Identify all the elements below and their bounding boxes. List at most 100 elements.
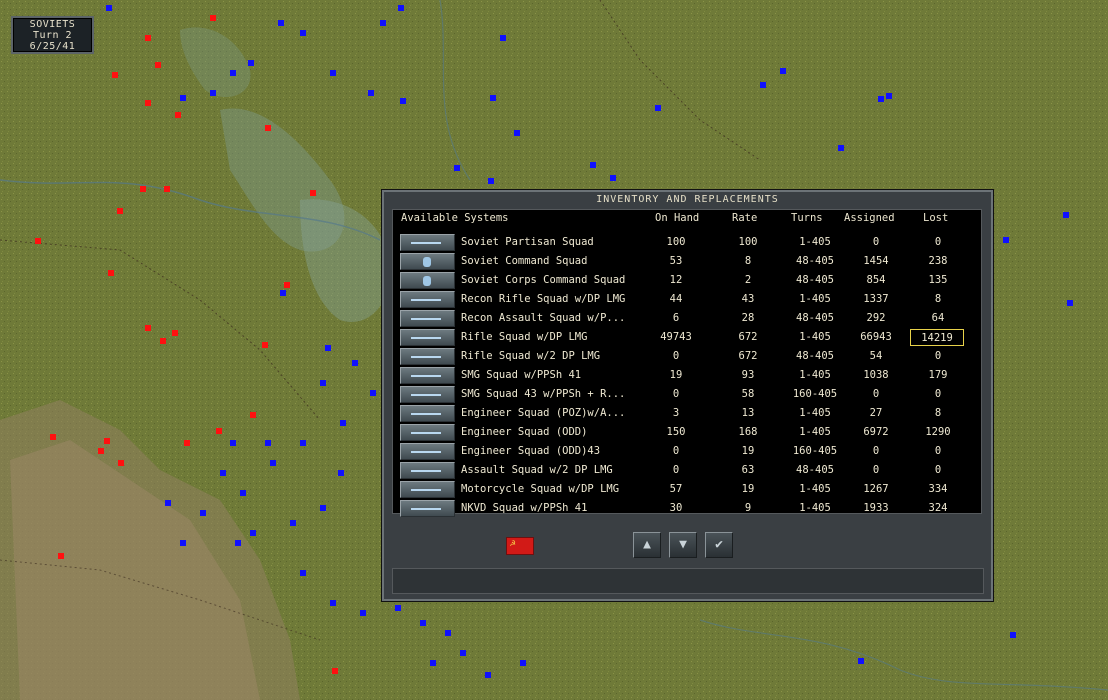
on-hand-value: 100	[666, 236, 686, 248]
unit-select-button[interactable]	[400, 500, 455, 517]
unit-name[interactable]: Assault Squad w/2 DP LMG	[461, 464, 613, 476]
unit-select-button[interactable]	[400, 481, 455, 498]
rifle-icon	[411, 242, 441, 244]
inventory-row[interactable]: Assault Squad w/2 DP LMG 0 63 48-405 0 0	[393, 462, 981, 481]
inventory-row[interactable]: SMG Squad w/PPSh 41 19 93 1-405 1038 179	[393, 367, 981, 386]
rifle-icon	[411, 318, 441, 320]
inventory-row[interactable]: Engineer Squad (ODD) 150 168 1-405 6972 1290	[393, 424, 981, 443]
inventory-row[interactable]: NKVD Squad w/PPSh 41 30 9 1-405 1933 324	[393, 500, 981, 519]
scroll-up-button[interactable]: ▲	[633, 532, 661, 558]
lost-value: 324	[928, 502, 948, 514]
rifle-icon	[411, 470, 441, 472]
header-lost[interactable]: Lost	[923, 212, 948, 224]
unit-select-button[interactable]	[400, 348, 455, 365]
turns-value: 1-405	[799, 236, 831, 248]
on-hand-value: 19	[669, 369, 683, 381]
lost-value: 0	[934, 388, 942, 400]
rifle-icon	[411, 508, 441, 510]
assigned-value: 1337	[863, 293, 889, 305]
on-hand-value: 53	[669, 255, 683, 267]
unit-name[interactable]: SMG Squad 43 w/PPSh + R...	[461, 388, 625, 400]
on-hand-value: 30	[669, 502, 683, 514]
unit-select-button[interactable]	[400, 253, 455, 270]
on-hand-value: 12	[669, 274, 683, 286]
lost-value: 14219	[910, 329, 964, 346]
unit-name[interactable]: Rifle Squad w/DP LMG	[461, 331, 587, 343]
unit-name[interactable]: Recon Rifle Squad w/DP LMG	[461, 293, 625, 305]
unit-name[interactable]: NKVD Squad w/PPSh 41	[461, 502, 587, 514]
inventory-row[interactable]: Soviet Command Squad 53 8 48-405 1454 238	[393, 253, 981, 272]
turns-value: 1-405	[799, 407, 831, 419]
unit-select-button[interactable]	[400, 405, 455, 422]
unit-name[interactable]: Soviet Command Squad	[461, 255, 587, 267]
unit-name[interactable]: Engineer Squad (ODD)	[461, 426, 587, 438]
rate-value: 2	[744, 274, 752, 286]
unit-select-button[interactable]	[400, 329, 455, 346]
unit-select-button[interactable]	[400, 310, 455, 327]
assigned-value: 1038	[863, 369, 889, 381]
rate-value: 9	[744, 502, 752, 514]
inventory-list: Available Systems On Hand Rate Turns Ass…	[392, 209, 982, 517]
inventory-row[interactable]: Soviet Corps Command Squad 12 2 48-405 854 13…	[393, 272, 981, 291]
header-turns[interactable]: Turns	[791, 212, 823, 224]
officer-icon	[423, 257, 431, 267]
on-hand-value: 6	[672, 312, 680, 324]
unit-name[interactable]: Recon Assault Squad w/P...	[461, 312, 625, 324]
unit-name[interactable]: Rifle Squad w/2 DP LMG	[461, 350, 600, 362]
header-available-systems[interactable]: Available Systems	[401, 212, 508, 224]
inventory-row[interactable]: Rifle Squad w/2 DP LMG 0 672 48-405 54 0	[393, 348, 981, 367]
on-hand-value: 57	[669, 483, 683, 495]
rate-value: 100	[738, 236, 758, 248]
inventory-row[interactable]: Engineer Squad (POZ)w/A... 3 13 1-405 27 8	[393, 405, 981, 424]
unit-select-button[interactable]	[400, 443, 455, 460]
rifle-icon	[411, 489, 441, 491]
inventory-row[interactable]: Recon Assault Squad w/P... 6 28 48-405 292 64	[393, 310, 981, 329]
rifle-icon	[411, 413, 441, 415]
arrow-down-icon: ▼	[679, 537, 687, 552]
rate-value: 13	[741, 407, 755, 419]
rate-value: 43	[741, 293, 755, 305]
unit-select-button[interactable]	[400, 424, 455, 441]
unit-select-button[interactable]	[400, 291, 455, 308]
lost-value: 179	[928, 369, 948, 381]
unit-name[interactable]: Soviet Corps Command Squad	[461, 274, 625, 286]
turns-value: 48-405	[796, 350, 834, 362]
lost-value: 334	[928, 483, 948, 495]
unit-select-button[interactable]	[400, 462, 455, 479]
unit-name[interactable]: SMG Squad w/PPSh 41	[461, 369, 581, 381]
confirm-button[interactable]: ✔	[705, 532, 733, 558]
inventory-row[interactable]: Motorcycle Squad w/DP LMG 57 19 1-405 1267 33…	[393, 481, 981, 500]
scroll-down-button[interactable]: ▼	[669, 532, 697, 558]
turns-value: 48-405	[796, 274, 834, 286]
rifle-icon	[411, 337, 441, 339]
unit-name[interactable]: Motorcycle Squad w/DP LMG	[461, 483, 619, 495]
turns-value: 48-405	[796, 464, 834, 476]
inventory-row[interactable]: Recon Rifle Squad w/DP LMG 44 43 1-405 1337 8	[393, 291, 981, 310]
rifle-icon	[411, 451, 441, 453]
inventory-row[interactable]: Soviet Partisan Squad 100 100 1-405 0 0	[393, 234, 981, 253]
lost-value: 8	[934, 293, 942, 305]
inventory-row[interactable]: Engineer Squad (ODD)43 0 19 160-405 0 0	[393, 443, 981, 462]
status-bar	[392, 568, 984, 594]
rifle-icon	[411, 375, 441, 377]
unit-select-button[interactable]	[400, 386, 455, 403]
unit-name[interactable]: Engineer Squad (POZ)w/A...	[461, 407, 625, 419]
header-assigned[interactable]: Assigned	[844, 212, 895, 224]
on-hand-value: 150	[666, 426, 686, 438]
unit-select-button[interactable]	[400, 234, 455, 251]
unit-select-button[interactable]	[400, 367, 455, 384]
inventory-row[interactable]: Rifle Squad w/DP LMG 49743 672 1-405 66943 14…	[393, 329, 981, 348]
on-hand-value: 44	[669, 293, 683, 305]
inventory-row[interactable]: SMG Squad 43 w/PPSh + R... 0 58 160-405 0 0	[393, 386, 981, 405]
header-on-hand[interactable]: On Hand	[655, 212, 699, 224]
unit-name[interactable]: Engineer Squad (ODD)43	[461, 445, 600, 457]
soviet-flag-icon[interactable]: ☭	[506, 537, 534, 555]
unit-select-button[interactable]	[400, 272, 455, 289]
turns-value: 160-405	[792, 388, 838, 400]
assigned-value: 27	[869, 407, 883, 419]
unit-name[interactable]: Soviet Partisan Squad	[461, 236, 594, 248]
turns-value: 1-405	[799, 369, 831, 381]
arrow-up-icon: ▲	[643, 537, 651, 552]
header-rate[interactable]: Rate	[732, 212, 757, 224]
dialog-title: INVENTORY AND REPLACEMENTS	[596, 194, 779, 205]
